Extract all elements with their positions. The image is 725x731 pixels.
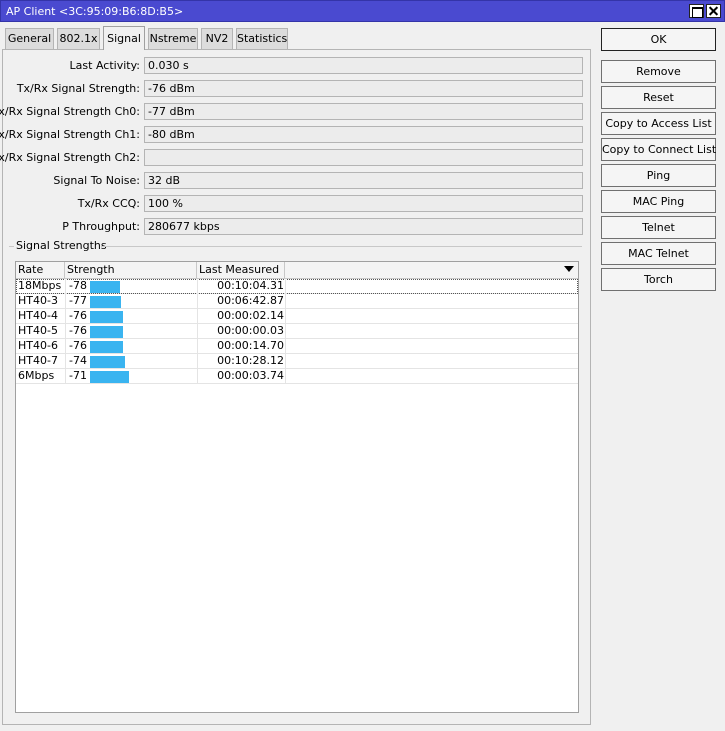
signal-strength-ch1-field: -80 dBm <box>144 126 583 143</box>
table-row[interactable]: HT40-5 -76 00:00:00.03 <box>16 324 578 339</box>
mac-telnet-button[interactable]: MAC Telnet <box>601 242 716 265</box>
p-throughput-label: P Throughput: <box>62 220 140 233</box>
column-strength[interactable]: Strength <box>65 262 197 278</box>
restore-window-icon[interactable] <box>689 4 704 18</box>
last-measured-cell: 00:00:02.14 <box>217 309 284 322</box>
column-separator <box>65 369 66 384</box>
column-rate[interactable]: Rate <box>16 262 65 278</box>
copy-to-access-list-button[interactable]: Copy to Access List <box>601 112 716 135</box>
signal-strength-ch2-field <box>144 149 583 166</box>
signal-strengths-title: Signal Strengths <box>16 239 107 252</box>
signal-strength-ch0-field: -77 dBm <box>144 103 583 120</box>
strength-bar <box>90 281 120 293</box>
signal-strength-field: -76 dBm <box>144 80 583 97</box>
last-measured-cell: 00:10:28.12 <box>217 354 284 367</box>
column-separator <box>65 279 66 294</box>
strength-cell: -76 <box>69 339 87 352</box>
tab-802-1x[interactable]: 802.1x <box>57 28 100 49</box>
table-row[interactable]: HT40-3 -77 00:06:42.87 <box>16 294 578 309</box>
column-separator <box>285 369 286 384</box>
strength-bar <box>90 356 125 368</box>
strength-bar <box>90 341 123 353</box>
telnet-button[interactable]: Telnet <box>601 216 716 239</box>
table-row[interactable]: 18Mbps -78 00:10:04.31 <box>16 279 578 294</box>
column-separator <box>65 339 66 354</box>
rate-cell: HT40-3 <box>18 294 58 307</box>
tab-nstreme[interactable]: Nstreme <box>148 28 198 49</box>
column-last-measured[interactable]: Last Measured <box>197 262 285 278</box>
column-separator <box>65 294 66 309</box>
ok-button[interactable]: OK <box>601 28 716 51</box>
column-separator <box>285 354 286 369</box>
strength-bar <box>90 296 121 308</box>
tab-nv2[interactable]: NV2 <box>201 28 233 49</box>
signal-strength-label: Tx/Rx Signal Strength: <box>16 82 140 95</box>
column-separator <box>285 279 286 294</box>
table-header: Rate Strength Last Measured <box>16 262 578 279</box>
strength-bar <box>90 311 123 323</box>
signal-to-noise-field: 32 dB <box>144 172 583 189</box>
column-separator <box>285 294 286 309</box>
reset-button[interactable]: Reset <box>601 86 716 109</box>
table-row[interactable]: 6Mbps -71 00:00:03.74 <box>16 369 578 384</box>
column-menu-icon[interactable] <box>564 266 574 272</box>
ping-button[interactable]: Ping <box>601 164 716 187</box>
column-separator <box>65 354 66 369</box>
strength-cell: -77 <box>69 294 87 307</box>
remove-button[interactable]: Remove <box>601 60 716 83</box>
tab-signal[interactable]: Signal <box>103 26 145 50</box>
last-measured-cell: 00:00:00.03 <box>217 324 284 337</box>
rate-cell: 18Mbps <box>18 279 62 292</box>
last-measured-cell: 00:06:42.87 <box>217 294 284 307</box>
rate-cell: HT40-4 <box>18 309 58 322</box>
column-separator <box>285 339 286 354</box>
title-bar: AP Client <3C:95:09:B6:8D:B5> <box>0 0 725 22</box>
strength-cell: -76 <box>69 324 87 337</box>
last-measured-cell: 00:00:03.74 <box>217 369 284 382</box>
close-window-icon[interactable] <box>706 4 721 18</box>
signal-strengths-table[interactable]: Rate Strength Last Measured 18Mbps -78 00:… <box>15 261 579 713</box>
ccq-field: 100 % <box>144 195 583 212</box>
ccq-label: Tx/Rx CCQ: <box>77 197 140 210</box>
rate-cell: HT40-6 <box>18 339 58 352</box>
torch-button[interactable]: Torch <box>601 268 716 291</box>
strength-cell: -76 <box>69 309 87 322</box>
column-separator <box>65 324 66 339</box>
strength-cell: -71 <box>69 369 87 382</box>
last-measured-cell: 00:10:04.31 <box>217 279 284 292</box>
signal-strength-ch2-label: Tx/Rx Signal Strength Ch2: <box>0 151 140 164</box>
tab-statistics[interactable]: Statistics <box>236 28 288 49</box>
section-divider <box>9 246 14 247</box>
table-row[interactable]: HT40-6 -76 00:00:14.70 <box>16 339 578 354</box>
copy-to-connect-list-button[interactable]: Copy to Connect List <box>601 138 716 161</box>
column-separator <box>285 324 286 339</box>
rate-cell: 6Mbps <box>18 369 55 382</box>
last-activity-label: Last Activity: <box>69 59 140 72</box>
signal-strength-ch1-label: Tx/Rx Signal Strength Ch1: <box>0 128 140 141</box>
tab-general[interactable]: General <box>5 28 54 49</box>
strength-bar <box>90 371 129 383</box>
last-measured-cell: 00:00:14.70 <box>217 339 284 352</box>
column-separator <box>285 309 286 324</box>
column-separator <box>65 309 66 324</box>
last-activity-field: 0.030 s <box>144 57 583 74</box>
rate-cell: HT40-5 <box>18 324 58 337</box>
rate-cell: HT40-7 <box>18 354 58 367</box>
mac-ping-button[interactable]: MAC Ping <box>601 190 716 213</box>
section-divider <box>101 246 582 247</box>
table-row[interactable]: HT40-7 -74 00:10:28.12 <box>16 354 578 369</box>
table-row[interactable]: HT40-4 -76 00:00:02.14 <box>16 309 578 324</box>
strength-bar <box>90 326 123 338</box>
signal-to-noise-label: Signal To Noise: <box>53 174 140 187</box>
window-title: AP Client <3C:95:09:B6:8D:B5> <box>6 5 184 18</box>
signal-strength-ch0-label: Tx/Rx Signal Strength Ch0: <box>0 105 140 118</box>
strength-cell: -74 <box>69 354 87 367</box>
p-throughput-field: 280677 kbps <box>144 218 583 235</box>
strength-cell: -78 <box>69 279 87 292</box>
